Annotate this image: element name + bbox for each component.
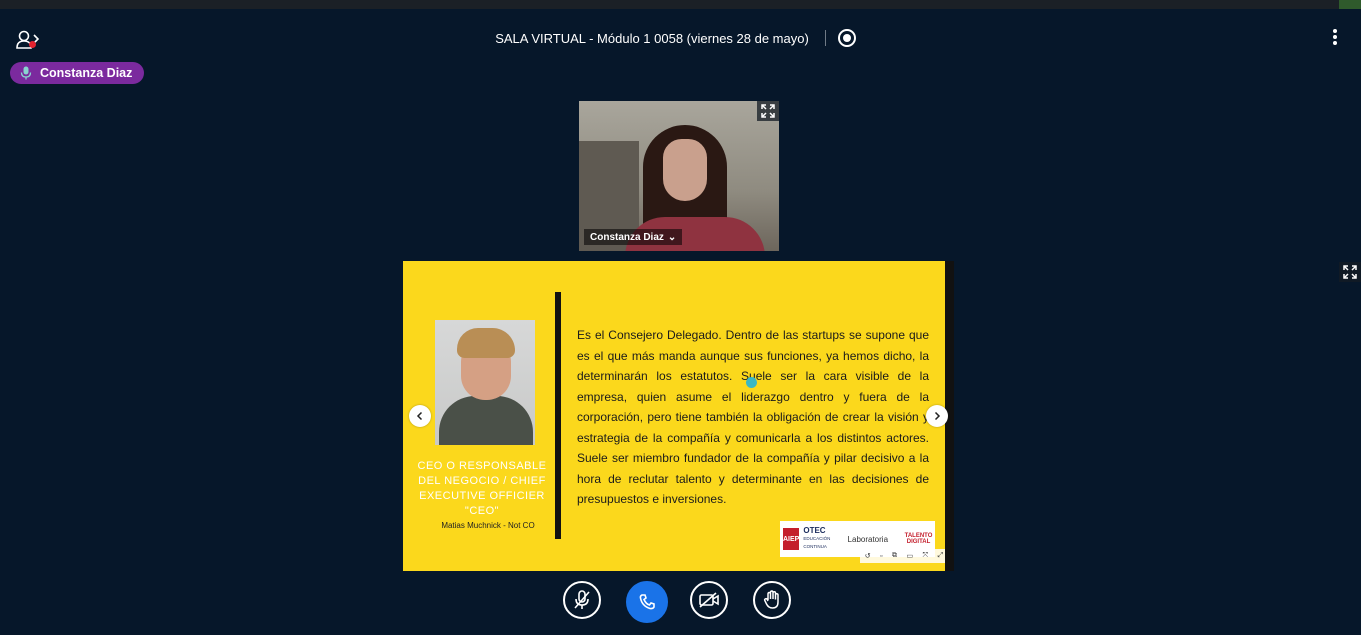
kebab-menu-icon <box>1331 29 1339 45</box>
leave-audio-button[interactable] <box>626 581 668 623</box>
aiep-logo: AIEP <box>783 528 800 550</box>
header: SALA VIRTUAL - Módulo 1 0058 (viernes 28… <box>0 22 1361 54</box>
ceo-photo <box>435 320 535 445</box>
raise-hand-button[interactable] <box>753 581 791 619</box>
small-dot-icon[interactable]: ▫ <box>880 553 882 560</box>
webcam-name-label[interactable]: Constanza Diaz ⌄ <box>584 229 683 245</box>
chevron-left-icon <box>416 411 423 421</box>
presentation-fullscreen-button[interactable] <box>1339 262 1361 282</box>
talking-user-name: Constanza Diaz <box>40 66 133 80</box>
raise-hand-icon <box>763 590 779 609</box>
chevron-down-icon: ⌄ <box>667 231 677 243</box>
record-button[interactable] <box>837 29 856 47</box>
undo-icon[interactable]: ↺ <box>865 552 871 560</box>
mic-muted-icon <box>574 590 590 609</box>
slide-author: Matias Muchnick - Not CO <box>441 521 535 530</box>
talking-indicator[interactable]: Constanza Diaz <box>10 62 145 84</box>
webcam-video[interactable]: Constanza Diaz ⌄ <box>579 101 779 251</box>
laboratoria-logo: Laboratoria <box>847 534 889 544</box>
fullscreen-icon <box>761 104 775 118</box>
share-webcam-button[interactable] <box>690 581 728 619</box>
webcam-fullscreen-button[interactable] <box>757 101 779 121</box>
top-strip <box>0 0 1361 9</box>
meeting-title: SALA VIRTUAL - Módulo 1 0058 (viernes 28… <box>495 30 809 46</box>
expand-icon[interactable]: ⤢ <box>938 552 944 560</box>
phone-icon <box>639 594 655 610</box>
microphone-icon <box>18 65 34 81</box>
slide-role-title: CEO O RESPONSABLE DEL NEGOCIO / CHIEF EX… <box>417 460 547 517</box>
otec-logo: OTEC EDUCACIÓN CONTINUA <box>803 526 831 550</box>
slide-body-text: Es el Consejero Delegado. Dentro de las … <box>577 328 929 506</box>
presentation-slide: CEO O RESPONSABLE DEL NEGOCIO / CHIEF EX… <box>403 261 946 571</box>
talento-digital-logo: TALENTO DIGITAL <box>904 533 933 545</box>
slide-divider <box>555 292 561 539</box>
presenter-cursor <box>746 377 757 388</box>
title-separator <box>824 30 826 46</box>
mute-button[interactable] <box>563 581 601 619</box>
fullscreen-icon <box>1343 265 1357 279</box>
pointer-icon[interactable]: ⤧ <box>923 552 929 560</box>
slide-controls[interactable]: ↺ ▫ ⧉ ▭ ⤧ ⤢ <box>860 549 946 563</box>
next-slide-button[interactable] <box>926 405 948 427</box>
options-menu-button[interactable] <box>1331 29 1339 47</box>
text-icon[interactable]: ▭ <box>906 552 913 560</box>
record-icon <box>842 34 851 42</box>
action-bar <box>0 581 1361 625</box>
prev-slide-button[interactable] <box>409 405 431 427</box>
video-off-icon <box>699 592 719 608</box>
chevron-right-icon <box>934 411 941 421</box>
copy-icon[interactable]: ⧉ <box>892 552 897 560</box>
